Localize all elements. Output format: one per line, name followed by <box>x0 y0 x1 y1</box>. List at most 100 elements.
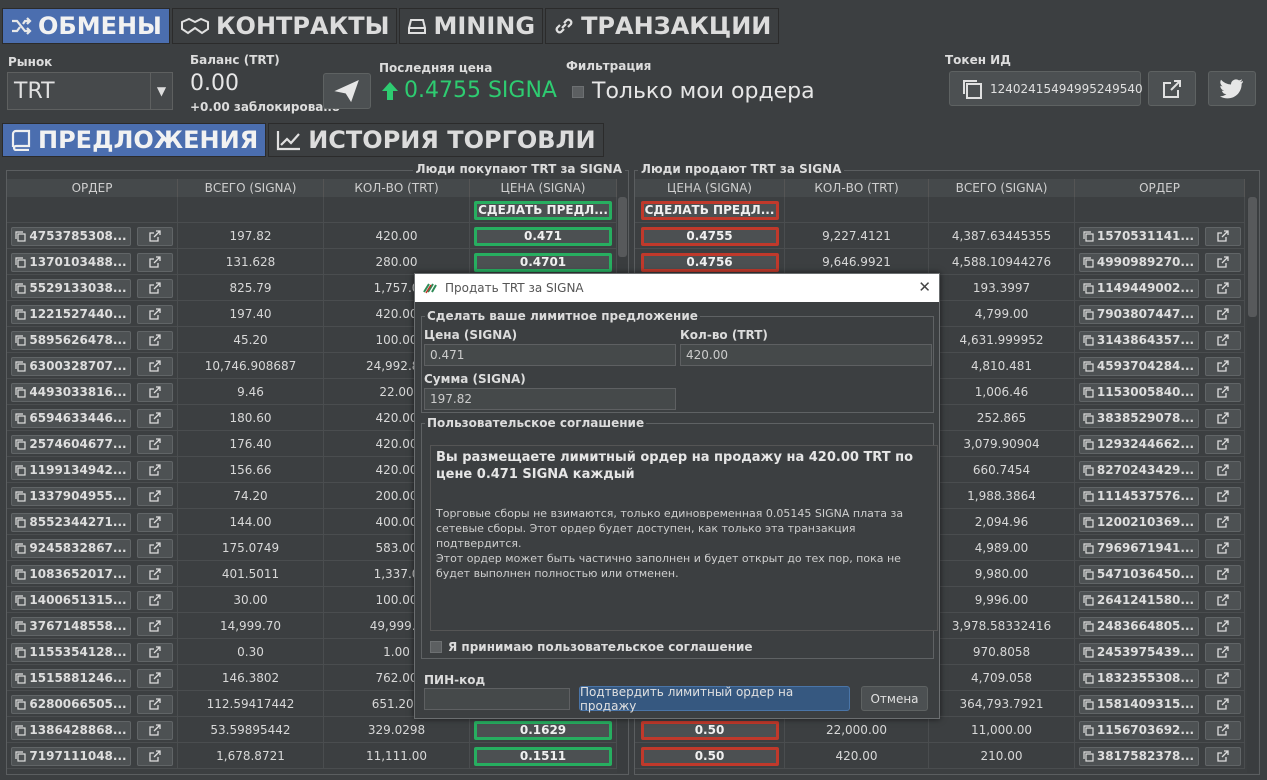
copy-order-button[interactable]: 2574604677... <box>11 434 131 454</box>
open-order-button[interactable] <box>1204 434 1241 454</box>
tab-offers[interactable]: ПРЕДЛОЖЕНИЯ <box>2 123 267 157</box>
open-order-button[interactable] <box>1204 720 1241 740</box>
copy-order-button[interactable]: 5529133038... <box>11 278 131 298</box>
copy-order-button[interactable]: 1581409315... <box>1078 694 1199 714</box>
buy-price-button[interactable]: 0.1629 <box>474 720 612 740</box>
copy-order-button[interactable]: 2453975439... <box>1078 642 1199 662</box>
confirm-sell-order-button[interactable]: Подтвердить лимитный ордер на продажу <box>579 685 850 713</box>
column-header[interactable]: КОЛ-ВО (TRT) <box>324 179 470 197</box>
open-order-button[interactable] <box>1204 616 1241 636</box>
accept-agreement-option[interactable]: Я принимаю пользовательское соглашение <box>430 640 753 654</box>
open-order-button[interactable] <box>137 408 173 428</box>
copy-order-button[interactable]: 6280066505... <box>11 694 131 714</box>
copy-order-button[interactable]: 1293244662... <box>1078 434 1199 454</box>
tab-mining[interactable]: MINING <box>399 8 544 44</box>
sell-price-button[interactable]: 0.50 <box>640 746 779 766</box>
buy-price-button[interactable]: 0.1511 <box>474 746 612 766</box>
tab-exchanges[interactable]: ОБМЕНЫ <box>2 8 170 44</box>
open-order-button[interactable] <box>1204 564 1241 584</box>
copy-token-button[interactable]: 12402415494995249540 <box>949 71 1143 106</box>
open-order-button[interactable] <box>1204 356 1241 376</box>
tab-trade-history[interactable]: ИСТОРИЯ ТОРГОВЛИ <box>268 123 604 157</box>
make-sell-offer-button[interactable]: СДЕЛАТЬ ПРЕДЛ... <box>640 200 779 220</box>
copy-order-button[interactable]: 1400651315... <box>11 590 131 610</box>
open-order-button[interactable] <box>137 668 173 688</box>
copy-order-button[interactable]: 1114537576... <box>1078 486 1199 506</box>
open-explorer-button[interactable] <box>1148 71 1196 106</box>
copy-order-button[interactable]: 3767148558... <box>11 616 131 636</box>
tab-contracts[interactable]: КОНТРАКТЫ <box>171 8 398 44</box>
open-order-button[interactable] <box>1204 642 1241 662</box>
agreement-text-area[interactable]: Вы размещаете лимитный ордер на продажу … <box>430 445 938 631</box>
copy-order-button[interactable]: 1155354128... <box>11 642 131 662</box>
accept-agreement-checkbox[interactable] <box>430 641 442 653</box>
copy-order-button[interactable]: 1149449002... <box>1078 278 1199 298</box>
open-order-button[interactable] <box>1204 460 1241 480</box>
make-buy-offer-button[interactable]: СДЕЛАТЬ ПРЕДЛ... <box>474 200 612 220</box>
copy-order-button[interactable]: 8270243429... <box>1078 460 1199 480</box>
column-header[interactable]: ОРДЕР <box>7 179 178 197</box>
open-order-button[interactable] <box>137 512 173 532</box>
open-order-button[interactable] <box>1204 408 1241 428</box>
copy-order-button[interactable]: 6594633446... <box>11 408 131 428</box>
copy-order-button[interactable]: 1386428868... <box>11 720 131 740</box>
tab-transactions[interactable]: ТРАНЗАКЦИИ <box>545 8 780 44</box>
copy-order-button[interactable]: 1221527440... <box>11 304 131 324</box>
sell-scrollbar[interactable] <box>1247 197 1258 773</box>
buy-price-button[interactable]: 0.471 <box>474 226 612 246</box>
copy-order-button[interactable]: 1570531141... <box>1078 226 1199 246</box>
open-order-button[interactable] <box>137 330 173 350</box>
open-order-button[interactable] <box>137 616 173 636</box>
open-order-button[interactable] <box>137 720 173 740</box>
copy-order-button[interactable]: 4990989270... <box>1078 252 1199 272</box>
column-header[interactable]: ЦЕНА (SIGNA) <box>470 179 617 197</box>
copy-order-button[interactable]: 1337904955... <box>11 486 131 506</box>
open-order-button[interactable] <box>137 746 173 766</box>
copy-order-button[interactable]: 7969671941... <box>1078 538 1199 558</box>
copy-order-button[interactable]: 1153005840... <box>1078 382 1199 402</box>
market-select[interactable]: TRT ▼ <box>7 72 173 110</box>
price-input[interactable]: 0.471 <box>424 344 676 366</box>
cancel-button[interactable]: Отмена <box>861 686 928 711</box>
copy-order-button[interactable]: 1156703692... <box>1078 720 1199 740</box>
sell-price-button[interactable]: 0.4756 <box>640 252 779 272</box>
copy-order-button[interactable]: 1200210369... <box>1078 512 1199 532</box>
copy-order-button[interactable]: 5895626478... <box>11 330 131 350</box>
column-header[interactable]: ВСЕГО (SIGNA) <box>178 179 324 197</box>
close-icon[interactable]: ✕ <box>918 278 931 296</box>
open-order-button[interactable] <box>137 590 173 610</box>
copy-order-button[interactable]: 7197111048... <box>11 746 131 766</box>
copy-order-button[interactable]: 4593704284... <box>1078 356 1199 376</box>
open-order-button[interactable] <box>1204 226 1241 246</box>
scrollbar-thumb[interactable] <box>618 197 627 257</box>
open-order-button[interactable] <box>137 382 173 402</box>
chevron-down-icon[interactable]: ▼ <box>150 73 172 109</box>
copy-order-button[interactable]: 7903807447... <box>1078 304 1199 324</box>
column-header[interactable]: ОРДЕР <box>1075 179 1245 197</box>
open-order-button[interactable] <box>137 460 173 480</box>
copy-order-button[interactable]: 2483664805... <box>1078 616 1199 636</box>
open-order-button[interactable] <box>1204 512 1241 532</box>
copy-order-button[interactable]: 1832355308... <box>1078 668 1199 688</box>
column-header[interactable]: ЦЕНА (SIGNA) <box>635 179 785 197</box>
open-order-button[interactable] <box>137 226 173 246</box>
copy-order-button[interactable]: 1083652017... <box>11 564 131 584</box>
twitter-button[interactable] <box>1208 71 1256 106</box>
my-orders-filter[interactable]: Только мои ордера <box>572 79 815 104</box>
open-order-button[interactable] <box>1204 252 1241 272</box>
copy-order-button[interactable]: 4493033816... <box>11 382 131 402</box>
copy-order-button[interactable]: 1370103488... <box>11 252 131 272</box>
open-order-button[interactable] <box>1204 304 1241 324</box>
sum-input[interactable]: 197.82 <box>424 388 676 410</box>
send-button[interactable] <box>323 73 371 109</box>
sell-price-button[interactable]: 0.50 <box>640 720 779 740</box>
open-order-button[interactable] <box>1204 590 1241 610</box>
copy-order-button[interactable]: 3143864357... <box>1078 330 1199 350</box>
open-order-button[interactable] <box>137 694 173 714</box>
open-order-button[interactable] <box>137 564 173 584</box>
copy-order-button[interactable]: 4753785308... <box>11 226 131 246</box>
copy-order-button[interactable]: 9245832867... <box>11 538 131 558</box>
open-order-button[interactable] <box>1204 330 1241 350</box>
copy-order-button[interactable]: 6300328707... <box>11 356 131 376</box>
open-order-button[interactable] <box>1204 694 1241 714</box>
